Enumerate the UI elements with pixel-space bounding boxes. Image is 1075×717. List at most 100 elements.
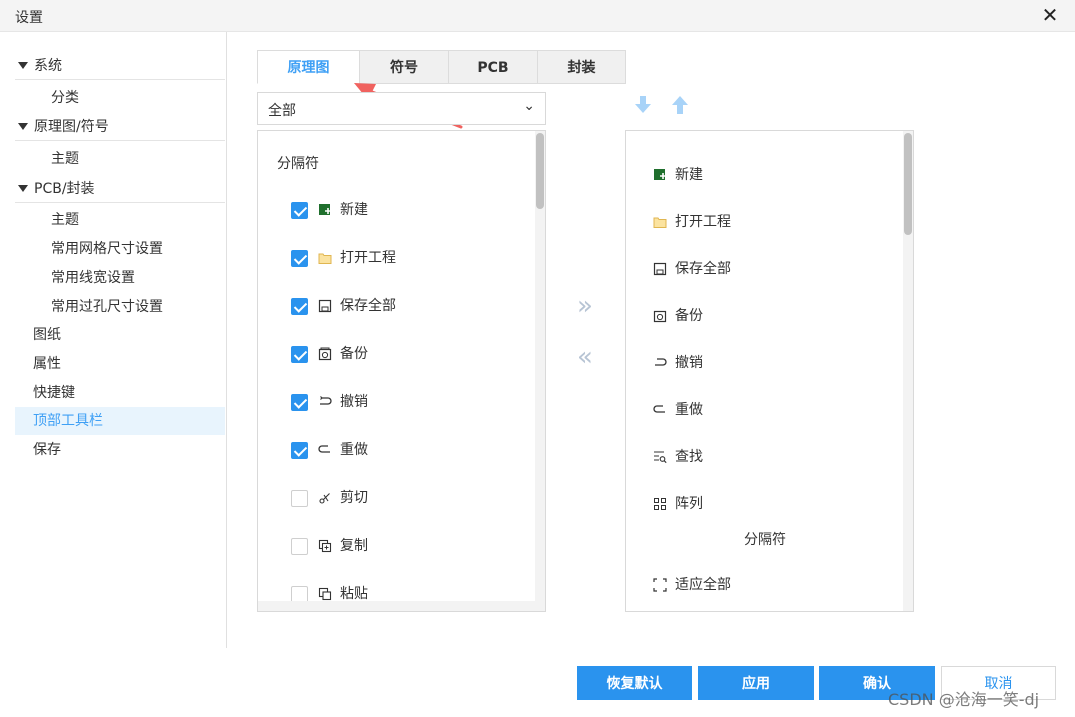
list-item[interactable]: 重做 (653, 398, 703, 422)
new-file-icon (318, 203, 332, 217)
folder-icon (318, 251, 332, 265)
find-icon (653, 450, 667, 464)
watermark-text: CSDN @沧海一笑-dj (888, 690, 1040, 709)
chevron-down-icon: ⌄ (523, 98, 535, 114)
undo-icon (318, 395, 332, 409)
sidebar-item-label: 原理图/符号 (34, 119, 109, 135)
close-icon[interactable]: ✕ (1040, 4, 1060, 26)
caret-down-icon (18, 123, 28, 130)
caret-down-icon (18, 62, 28, 69)
sidebar-item-grid-size[interactable]: 常用网格尺寸设置 (15, 235, 225, 263)
checkbox-unchecked[interactable] (291, 537, 308, 555)
vertical-scrollbar[interactable] (535, 131, 545, 611)
sidebar-item-line-width[interactable]: 常用线宽设置 (15, 264, 225, 292)
move-right-button[interactable]: » (575, 293, 595, 319)
vertical-scrollbar[interactable] (903, 131, 913, 611)
horizontal-scrollbar[interactable] (258, 601, 536, 611)
sidebar-group-pcb-footprint[interactable]: PCB/封装 (15, 175, 225, 203)
backup-icon (653, 309, 667, 323)
sidebar-item-properties[interactable]: 属性 (15, 350, 225, 378)
list-item[interactable]: 撤销 (291, 390, 368, 414)
sidebar-item-save[interactable]: 保存 (15, 436, 225, 464)
list-item[interactable]: 阵列 (653, 492, 703, 516)
sidebar-item-via-size[interactable]: 常用过孔尺寸设置 (15, 293, 225, 321)
sidebar-item-shortcuts[interactable]: 快捷键 (15, 379, 225, 407)
sidebar-item-label: 主题 (51, 151, 79, 167)
list-item[interactable]: 备份 (291, 342, 368, 366)
sidebar-item-drawing[interactable]: 图纸 (15, 321, 225, 349)
sidebar-item-label: 顶部工具栏 (33, 413, 103, 429)
save-icon (318, 299, 332, 313)
checkbox-unchecked[interactable] (291, 585, 308, 603)
move-up-icon[interactable] (671, 95, 689, 115)
checkbox-checked[interactable] (291, 249, 308, 267)
separator-item[interactable]: 分隔符 (277, 153, 319, 173)
checkbox-checked[interactable] (291, 393, 308, 411)
move-down-icon[interactable] (634, 95, 652, 115)
list-item[interactable]: 打开工程 (653, 210, 731, 234)
selected-tools-list[interactable]: 新建 打开工程 保存全部 备份 撤销 重做 查找 阵列 分隔符 适应全部 (625, 130, 914, 612)
item-label: 撤销 (675, 355, 703, 371)
available-tools-list[interactable]: 分隔符 新建 打开工程 保存全部 备份 撤销 重做 剪切 复制 粘贴 (257, 130, 546, 612)
category-filter-select[interactable]: 全部 ⌄ (257, 92, 546, 125)
apply-button[interactable]: 应用 (698, 666, 814, 700)
checkbox-checked[interactable] (291, 345, 308, 363)
fit-all-icon (653, 578, 667, 592)
sidebar-group-schematic-symbol[interactable]: 原理图/符号 (15, 113, 225, 141)
sidebar-item-label: 快捷键 (33, 385, 75, 401)
item-label: 阵列 (675, 496, 703, 512)
list-item[interactable]: 撤销 (653, 351, 703, 375)
move-left-button[interactable]: « (575, 344, 595, 370)
item-label: 保存全部 (675, 261, 731, 277)
checkbox-checked[interactable] (291, 297, 308, 315)
item-label: 备份 (340, 346, 368, 362)
scrollbar-thumb[interactable] (536, 133, 544, 209)
scrollbar-thumb[interactable] (904, 133, 912, 235)
settings-sidebar: 系统 分类 原理图/符号 主题 PCB/封装 主题 常用网格尺寸设置 常用线宽设… (0, 32, 227, 648)
item-label: 打开工程 (675, 214, 731, 230)
checkbox-unchecked[interactable] (291, 489, 308, 507)
list-item[interactable]: 保存全部 (653, 257, 731, 281)
list-item[interactable]: 重做 (291, 438, 368, 462)
item-label: 复制 (340, 538, 368, 554)
sidebar-item-schematic-theme[interactable]: 主题 (15, 145, 225, 173)
sidebar-item-label: PCB/封装 (34, 181, 95, 197)
list-item[interactable]: 打开工程 (291, 246, 396, 270)
restore-default-button[interactable]: 恢复默认 (577, 666, 692, 700)
sidebar-item-label: 属性 (33, 356, 61, 372)
sidebar-group-system[interactable]: 系统 (15, 52, 225, 80)
item-label: 剪切 (340, 490, 368, 506)
item-label: 查找 (675, 449, 703, 465)
sidebar-item-label: 系统 (34, 58, 62, 74)
item-label: 备份 (675, 308, 703, 324)
sidebar-item-top-toolbar[interactable]: 顶部工具栏 (15, 407, 225, 435)
sidebar-item-category[interactable]: 分类 (15, 84, 225, 112)
list-item[interactable]: 新建 (291, 198, 368, 222)
item-label: 打开工程 (340, 250, 396, 266)
list-item[interactable]: 复制 (291, 534, 368, 558)
sidebar-item-label: 常用过孔尺寸设置 (51, 299, 163, 315)
list-item[interactable]: 保存全部 (291, 294, 396, 318)
sidebar-item-pcb-theme[interactable]: 主题 (15, 206, 225, 234)
folder-icon (653, 215, 667, 229)
separator-item[interactable]: 分隔符 (626, 529, 904, 549)
undo-icon (653, 356, 667, 370)
scissors-icon (318, 491, 332, 505)
sidebar-item-label: 图纸 (33, 327, 61, 343)
list-item[interactable]: 备份 (653, 304, 703, 328)
filter-value: 全部 (268, 103, 296, 119)
item-label: 保存全部 (340, 298, 396, 314)
list-item[interactable]: 查找 (653, 445, 703, 469)
checkbox-checked[interactable] (291, 201, 308, 219)
list-item[interactable]: 适应全部 (653, 573, 731, 597)
list-item[interactable]: 新建 (653, 163, 703, 187)
item-label: 重做 (675, 402, 703, 418)
new-file-icon (653, 168, 667, 182)
paste-icon (318, 587, 332, 601)
sidebar-item-label: 常用网格尺寸设置 (51, 241, 163, 257)
list-item[interactable]: 剪切 (291, 486, 368, 510)
checkbox-checked[interactable] (291, 441, 308, 459)
copy-icon (318, 539, 332, 553)
tab-footprint[interactable]: 封装 (537, 50, 626, 84)
save-icon (653, 262, 667, 276)
